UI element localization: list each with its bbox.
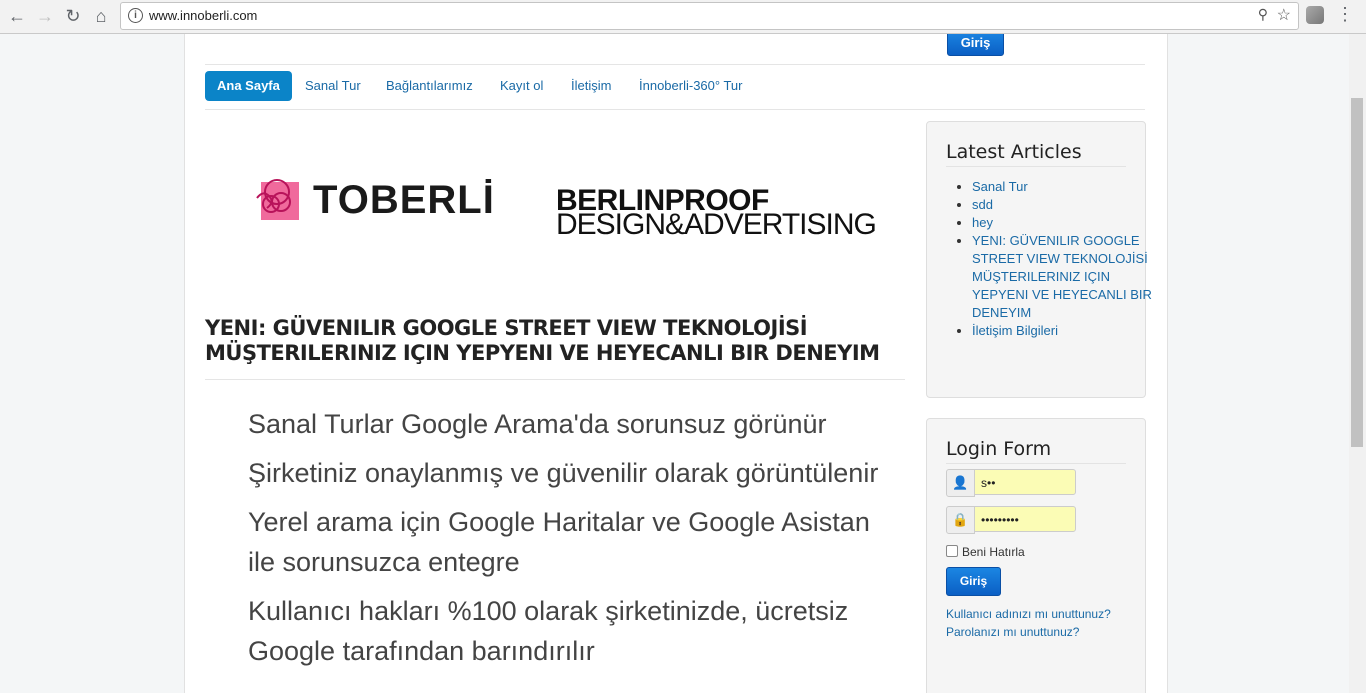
toberli-logo-text: TOBERLİ <box>313 178 495 222</box>
berlinproof-logo-line2: DESIGN&ADVERTISING <box>556 208 877 241</box>
article-body: Sanal Turlar Google Arama'da sorunsuz gö… <box>248 404 898 680</box>
article-paragraph: Sanal Turlar Google Arama'da sorunsuz gö… <box>248 409 827 439</box>
remember-me[interactable]: Beni Hatırla <box>946 545 1025 559</box>
home-icon[interactable]: ⌂ <box>90 5 112 27</box>
arrow-right-icon[interactable]: → <box>34 5 56 27</box>
url-text[interactable]: www.innoberli.com <box>149 8 257 23</box>
list-item: İletişim Bilgileri <box>972 322 1152 340</box>
star-icon[interactable]: ☆ <box>1277 5 1291 25</box>
divider <box>205 109 1145 110</box>
remember-label: Beni Hatırla <box>962 545 1025 559</box>
menu-dots-icon[interactable]: ⋮ <box>1336 4 1354 25</box>
article-link[interactable]: hey <box>972 215 993 230</box>
forgot-password-link[interactable]: Parolanızı mı unuttunuz? <box>946 623 1136 641</box>
divider <box>205 379 905 380</box>
article-link[interactable]: İletişim Bilgileri <box>972 323 1058 338</box>
password-row: 🔒 ••••••••• <box>946 506 1078 534</box>
list-item: hey <box>972 214 1152 232</box>
list-item: Sanal Tur <box>972 178 1152 196</box>
menu-item-360-tour[interactable]: İnnoberli-360° Tur <box>639 71 742 101</box>
menu-item-home[interactable]: Ana Sayfa <box>205 71 292 101</box>
scrollbar[interactable] <box>1349 34 1366 693</box>
article-title: YENI: GÜVENILIR GOOGLE STREET VIEW TEKNO… <box>205 316 880 365</box>
user-icon: 👤 <box>946 469 975 497</box>
browser-toolbar: ← → ↻ ⌂ i www.innoberli.com ⚲ ☆ ⋮ <box>0 0 1366 34</box>
key-icon[interactable]: ⚲ <box>1258 6 1268 23</box>
info-icon[interactable]: i <box>128 8 143 23</box>
rose-icon <box>256 179 299 220</box>
latest-articles-module: Latest Articles Sanal Tur sdd hey YENI: … <box>926 121 1152 398</box>
divider <box>946 166 1126 167</box>
arrow-left-icon[interactable]: ← <box>6 5 28 27</box>
address-bar[interactable]: i www.innoberli.com ⚲ ☆ <box>120 2 1299 30</box>
divider <box>205 64 1145 65</box>
login-form-module: Login Form 👤 s•• 🔒 ••••••••• Beni Hatırl… <box>926 418 1146 693</box>
article-paragraph: Yerel arama için Google Haritalar ve Goo… <box>248 507 870 577</box>
article-paragraph: Şirketiniz onaylanmış ve güvenilir olara… <box>248 458 879 488</box>
top-login-button[interactable]: Giriş <box>947 34 1004 56</box>
lock-icon: 🔒 <box>946 506 975 534</box>
login-form-title: Login Form <box>946 438 1052 460</box>
menu-item-virtual-tour[interactable]: Sanal Tur <box>305 71 361 101</box>
reload-icon[interactable]: ↻ <box>62 5 84 27</box>
divider <box>946 463 1126 464</box>
username-input[interactable]: s•• <box>974 469 1076 495</box>
password-input[interactable]: ••••••••• <box>974 506 1076 532</box>
login-links: Kullanıcı adınızı mı unuttunuz? Parolanı… <box>946 605 1136 641</box>
latest-articles-list: Sanal Tur sdd hey YENI: GÜVENILIR GOOGLE… <box>952 178 1152 340</box>
username-row: 👤 s•• <box>946 469 1078 497</box>
list-item: sdd <box>972 196 1152 214</box>
scrollbar-thumb[interactable] <box>1351 98 1363 447</box>
article-link[interactable]: Sanal Tur <box>972 179 1028 194</box>
login-button[interactable]: Giriş <box>946 567 1001 596</box>
article-link[interactable]: YENI: GÜVENILIR GOOGLE STREET VIEW TEKNO… <box>972 233 1152 320</box>
remember-checkbox[interactable] <box>946 545 958 557</box>
article-paragraph: Kullanıcı hakları %100 olarak şirketiniz… <box>248 596 849 666</box>
page-container: Giriş Ana Sayfa Sanal Tur Bağlantılarımı… <box>184 34 1168 693</box>
latest-articles-title: Latest Articles <box>946 141 1082 163</box>
list-item: YENI: GÜVENILIR GOOGLE STREET VIEW TEKNO… <box>972 232 1152 322</box>
extension-icon[interactable] <box>1306 6 1324 24</box>
menu-item-contact[interactable]: İletişim <box>571 71 611 101</box>
menu-item-register[interactable]: Kayıt ol <box>500 71 543 101</box>
menu-item-links[interactable]: Bağlantılarımız <box>386 71 473 101</box>
article-link[interactable]: sdd <box>972 197 993 212</box>
forgot-username-link[interactable]: Kullanıcı adınızı mı unuttunuz? <box>946 605 1136 623</box>
